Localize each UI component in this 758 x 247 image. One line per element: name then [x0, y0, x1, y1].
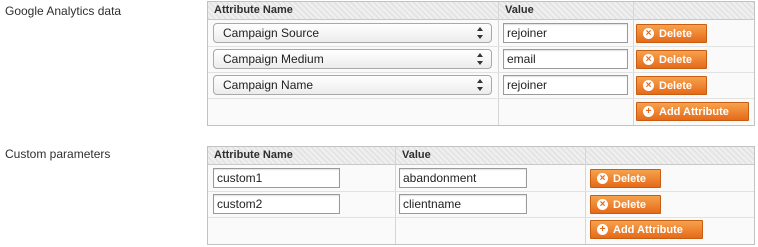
delete-circle-icon: ×: [597, 173, 608, 184]
ga-row1-value-input[interactable]: rejoiner: [503, 23, 628, 43]
ga-row1-attribute-value: Campaign Source: [223, 26, 320, 40]
delete-circle-icon: ×: [597, 199, 608, 210]
ga-col-attribute-name: Attribute Name: [214, 4, 293, 16]
ga-row3-attribute-select[interactable]: Campaign Name: [213, 75, 492, 95]
delete-circle-icon: ×: [643, 80, 654, 91]
up-down-arrows-icon: [477, 27, 483, 39]
ga-col-value: Value: [505, 4, 534, 16]
ga-attributes-grid: Attribute Name Value Campaign Source rej…: [207, 1, 755, 126]
custom-row2-delete-button[interactable]: × Delete: [590, 195, 661, 214]
ga-row3-value-input[interactable]: rejoiner: [503, 75, 628, 95]
up-down-arrows-icon: [477, 79, 483, 91]
custom-row1-delete-button[interactable]: × Delete: [590, 169, 661, 188]
custom-row2-value-input[interactable]: clientname: [399, 194, 527, 214]
custom-row1-name-input[interactable]: custom1: [213, 168, 340, 188]
ga-row1-attribute-select[interactable]: Campaign Source: [213, 23, 492, 43]
ga-row3-attribute-value: Campaign Name: [223, 78, 314, 92]
custom-add-attribute-button[interactable]: + Add Attribute: [590, 220, 703, 239]
ga-section-label: Google Analytics data: [5, 4, 122, 18]
ga-row2-attribute-select[interactable]: Campaign Medium: [213, 49, 492, 69]
custom-row2-name-input[interactable]: custom2: [213, 194, 340, 214]
ga-add-attribute-button[interactable]: + Add Attribute: [636, 102, 749, 121]
custom-params-grid: Attribute Name Value custom1 abandonment…: [207, 146, 755, 245]
delete-circle-icon: ×: [643, 54, 654, 65]
plus-circle-icon: +: [643, 106, 654, 117]
custom-row1-value-input[interactable]: abandonment: [399, 168, 527, 188]
ga-row1-delete-button[interactable]: × Delete: [636, 24, 707, 43]
ga-row3-delete-button[interactable]: × Delete: [636, 76, 707, 95]
custom-section-label: Custom parameters: [5, 147, 111, 161]
ga-row2-delete-button[interactable]: × Delete: [636, 50, 707, 69]
up-down-arrows-icon: [477, 53, 483, 65]
ga-row2-attribute-value: Campaign Medium: [223, 52, 324, 66]
delete-circle-icon: ×: [643, 28, 654, 39]
custom-col-value: Value: [402, 149, 431, 161]
custom-col-attribute-name: Attribute Name: [214, 149, 293, 161]
ga-row2-value-input[interactable]: email: [503, 49, 628, 69]
plus-circle-icon: +: [597, 224, 608, 235]
